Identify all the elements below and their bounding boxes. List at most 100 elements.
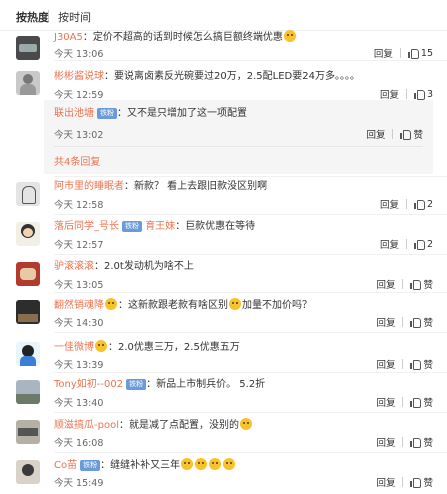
thumbs-up-icon[interactable] bbox=[410, 437, 422, 448]
avatar[interactable] bbox=[16, 182, 40, 206]
comment-item: Co苗 铁粉 ：缝缝补补又三年 今天 15:49 回复 赞 bbox=[0, 456, 447, 492]
comment-item: J30A5：定价不超高的话到时候怎么搞巨额终端优惠 今天 13:06 回复 15 bbox=[0, 30, 447, 68]
comment-time: 今天 13:05 bbox=[54, 280, 104, 291]
sub-reply-username[interactable]: 联出池塘 bbox=[54, 108, 94, 119]
comment-time: 今天 12:58 bbox=[54, 200, 104, 211]
comment-username[interactable]: 一佳微博 bbox=[54, 342, 94, 353]
comment-username[interactable]: 驴滚滚滚 bbox=[54, 261, 94, 272]
comment-username[interactable]: 顺滋搞瓜-pool bbox=[54, 420, 119, 431]
comment-username[interactable]: 阿市里的睡眠者 bbox=[54, 181, 124, 192]
reply-button[interactable]: 回复 bbox=[380, 87, 399, 101]
comment-text: Co苗 铁粉 ：缝缝补补又三年 bbox=[54, 458, 236, 473]
sort-by-hot-tab[interactable]: 按热度 bbox=[16, 9, 49, 25]
comment-actions: 回复 赞 bbox=[376, 277, 433, 291]
reply-button[interactable]: 回复 bbox=[376, 315, 395, 329]
reply-button[interactable]: 回复 bbox=[376, 395, 395, 409]
avatar[interactable] bbox=[16, 222, 40, 246]
divider bbox=[54, 176, 447, 177]
fan-badge: 铁粉 bbox=[80, 460, 101, 471]
thumbs-up-icon[interactable] bbox=[410, 317, 422, 328]
mentioned-username[interactable]: 育王妹 bbox=[145, 221, 175, 232]
comment-username[interactable]: 翻然销魂降 bbox=[54, 300, 104, 311]
comment-actions: 回复 赞 bbox=[376, 435, 433, 449]
comment-body: 巨款优惠在等待 bbox=[185, 221, 256, 232]
reply-button[interactable]: 回复 bbox=[376, 357, 395, 371]
comment-text: 彬彬酱说球：要说离卤素反光碗要过20万，2.5配LED要24万多。。。。 bbox=[54, 71, 360, 82]
reply-button[interactable]: 回复 bbox=[380, 237, 399, 251]
thumbs-up-icon[interactable] bbox=[413, 199, 425, 210]
comment-body: 缝缝补补又三年 bbox=[110, 460, 181, 471]
divider bbox=[54, 452, 447, 453]
comment-text: 顺滋搞瓜-pool：就是减了点配置，没别的 bbox=[54, 418, 253, 433]
like-button[interactable]: 赞 bbox=[423, 315, 433, 329]
comment-item: 翻然销魂降 ：这新款跟老款有啥区别 加量不加价吗？ 今天 14:30 回复赞 bbox=[0, 296, 447, 332]
avatar[interactable] bbox=[16, 342, 40, 366]
like-button[interactable]: 赞 bbox=[423, 475, 433, 489]
avatar[interactable] bbox=[16, 300, 40, 324]
comment-username[interactable]: Tony如初--002 bbox=[54, 379, 123, 390]
comment-username[interactable]: 落后同学_号长 bbox=[54, 221, 119, 232]
reply-button[interactable]: 回复 bbox=[376, 435, 395, 449]
comment-username[interactable]: 彬彬酱说球 bbox=[54, 71, 104, 82]
sub-reply-time: 今天 13:02 bbox=[54, 130, 104, 141]
sub-reply-body: 又不是只增加了这一项配置 bbox=[127, 108, 247, 119]
like-count[interactable]: 2 bbox=[427, 199, 433, 210]
thumbs-up-icon[interactable] bbox=[410, 359, 422, 370]
avatar[interactable] bbox=[16, 420, 40, 444]
comment-text: 落后同学_号长 铁粉 育王妹：巨款优惠在等待 bbox=[54, 221, 256, 232]
comment-body-2: 加量不加价吗？ bbox=[242, 300, 312, 311]
comment-body: 新品上市制兵价。 5.2折 bbox=[156, 379, 266, 390]
divider bbox=[54, 146, 423, 147]
sort-by-time-tab[interactable]: 按时间 bbox=[58, 9, 91, 25]
comment-actions: 回复 3 bbox=[380, 87, 433, 102]
comment-username[interactable]: Co苗 bbox=[54, 460, 77, 471]
thumbs-up-icon[interactable] bbox=[410, 397, 422, 408]
comment-actions: 回复 2 bbox=[380, 237, 433, 252]
comment-item: 顺滋搞瓜-pool：就是减了点配置，没别的 今天 16:08 回复 赞 bbox=[0, 416, 447, 452]
comment-actions: 回复 15 bbox=[374, 46, 433, 61]
divider bbox=[54, 214, 447, 215]
thumbs-up-icon[interactable] bbox=[410, 477, 422, 488]
reply-button[interactable]: 回复 bbox=[376, 475, 395, 489]
comment-body: 2.0t发动机为啥不上 bbox=[104, 261, 194, 272]
like-button[interactable]: 赞 bbox=[413, 127, 423, 141]
like-count[interactable]: 3 bbox=[427, 89, 433, 100]
reply-button[interactable]: 回复 bbox=[366, 127, 385, 141]
comment-username[interactable]: J30A5 bbox=[54, 32, 83, 43]
avatar[interactable] bbox=[16, 36, 40, 60]
like-button[interactable]: 赞 bbox=[423, 435, 433, 449]
comment-time: 今天 14:30 bbox=[54, 318, 104, 329]
avatar[interactable] bbox=[16, 380, 40, 404]
comment-actions: 回复 赞 bbox=[376, 475, 433, 489]
comment-item: 驴滚滚滚：2.0t发动机为啥不上 今天 13:05 回复 赞 bbox=[0, 258, 447, 294]
divider bbox=[54, 60, 447, 61]
like-count[interactable]: 15 bbox=[421, 48, 433, 59]
comment-text: 阿市里的睡眠者：新款？ 看上去跟旧款没区别啊 bbox=[54, 181, 268, 192]
comment-item: 一佳微博 ：2.0优惠三万，2.5优惠五万 今天 13:39 回复 赞 bbox=[0, 338, 447, 374]
like-button[interactable]: 赞 bbox=[423, 357, 433, 371]
more-replies-link[interactable]: 共4条回复 bbox=[54, 153, 100, 168]
like-button[interactable]: 赞 bbox=[423, 395, 433, 409]
avatar[interactable] bbox=[16, 71, 40, 95]
thumbs-up-icon[interactable] bbox=[410, 279, 422, 290]
reply-button[interactable]: 回复 bbox=[380, 197, 399, 211]
like-button[interactable]: 赞 bbox=[423, 277, 433, 291]
divider bbox=[54, 372, 447, 373]
thumbs-up-icon[interactable] bbox=[413, 239, 425, 250]
comment-actions: 回复 赞 bbox=[376, 357, 433, 371]
thumbs-up-icon[interactable] bbox=[400, 129, 412, 140]
comment-body: 新款？ 看上去跟旧款没区别啊 bbox=[134, 181, 268, 192]
divider bbox=[54, 412, 447, 413]
thumbs-up-icon[interactable] bbox=[407, 48, 419, 59]
emoji-icon bbox=[95, 340, 107, 352]
thumbs-up-icon[interactable] bbox=[413, 89, 425, 100]
reply-button[interactable]: 回复 bbox=[374, 46, 393, 60]
avatar[interactable] bbox=[16, 460, 40, 484]
emoji-icon bbox=[195, 458, 208, 470]
avatar[interactable] bbox=[16, 262, 40, 286]
like-count[interactable]: 2 bbox=[427, 239, 433, 250]
divider bbox=[54, 292, 447, 293]
reply-button[interactable]: 回复 bbox=[376, 277, 395, 291]
comment-time: 今天 12:57 bbox=[54, 240, 104, 251]
comment-body: 就是减了点配置，没别的 bbox=[128, 420, 239, 431]
